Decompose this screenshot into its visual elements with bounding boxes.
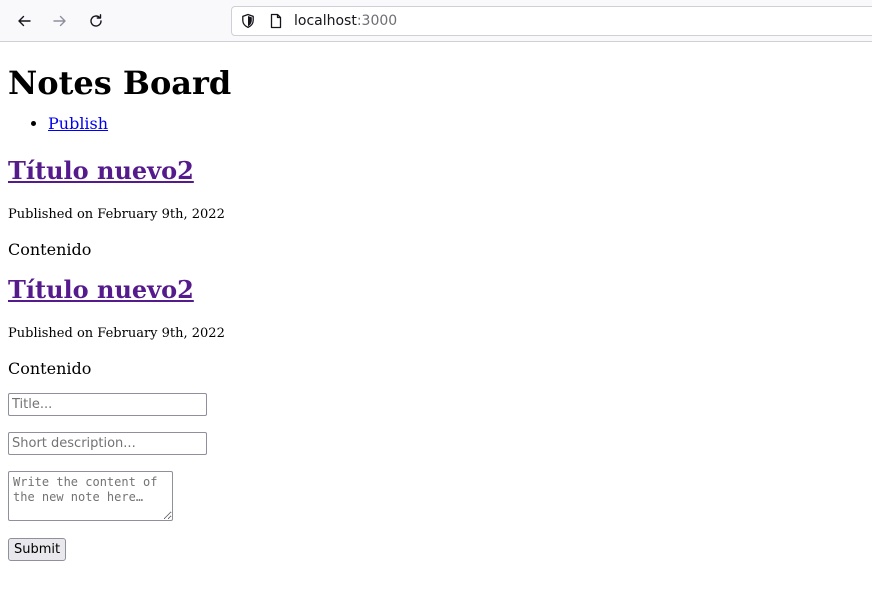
arrow-left-icon (18, 15, 31, 27)
publish-link[interactable]: Publish (48, 114, 108, 133)
arrow-right-icon (53, 15, 66, 27)
note-item: Título nuevo2 Published on February 9th,… (8, 276, 864, 379)
note-item: Título nuevo2 Published on February 9th,… (8, 157, 864, 260)
reload-icon (90, 14, 102, 27)
url-bar[interactable]: localhost:3000 (231, 6, 872, 36)
note-title-link[interactable]: Título nuevo2 (8, 275, 194, 304)
reload-button[interactable] (83, 8, 109, 34)
note-content: Contenido (8, 359, 92, 378)
title-input[interactable] (8, 393, 207, 416)
submit-button[interactable]: Submit (8, 538, 67, 561)
back-button[interactable] (11, 8, 37, 34)
page-content: Notes Board Publish Título nuevo2 Publis… (0, 65, 872, 561)
note-title: Título nuevo2 (8, 276, 864, 304)
url-text: localhost:3000 (294, 13, 397, 29)
note-date: Published on February 9th, 2022 (8, 326, 225, 341)
note-content: Contenido (8, 240, 92, 259)
note-date: Published on February 9th, 2022 (8, 207, 225, 222)
nav-list: Publish (8, 114, 864, 133)
new-note-form: Submit (8, 393, 864, 561)
note-title-link[interactable]: Título nuevo2 (8, 156, 194, 185)
description-input[interactable] (8, 432, 207, 455)
page-icon (268, 13, 284, 29)
nav-item-publish: Publish (48, 114, 864, 133)
page-title: Notes Board (8, 64, 232, 102)
shield-icon[interactable] (240, 13, 256, 29)
content-textarea[interactable] (8, 471, 173, 521)
url-port: :3000 (356, 13, 398, 29)
forward-button[interactable] (47, 8, 73, 34)
note-title: Título nuevo2 (8, 157, 864, 185)
url-host: localhost (294, 13, 357, 29)
browser-toolbar: localhost:3000 (0, 0, 872, 42)
